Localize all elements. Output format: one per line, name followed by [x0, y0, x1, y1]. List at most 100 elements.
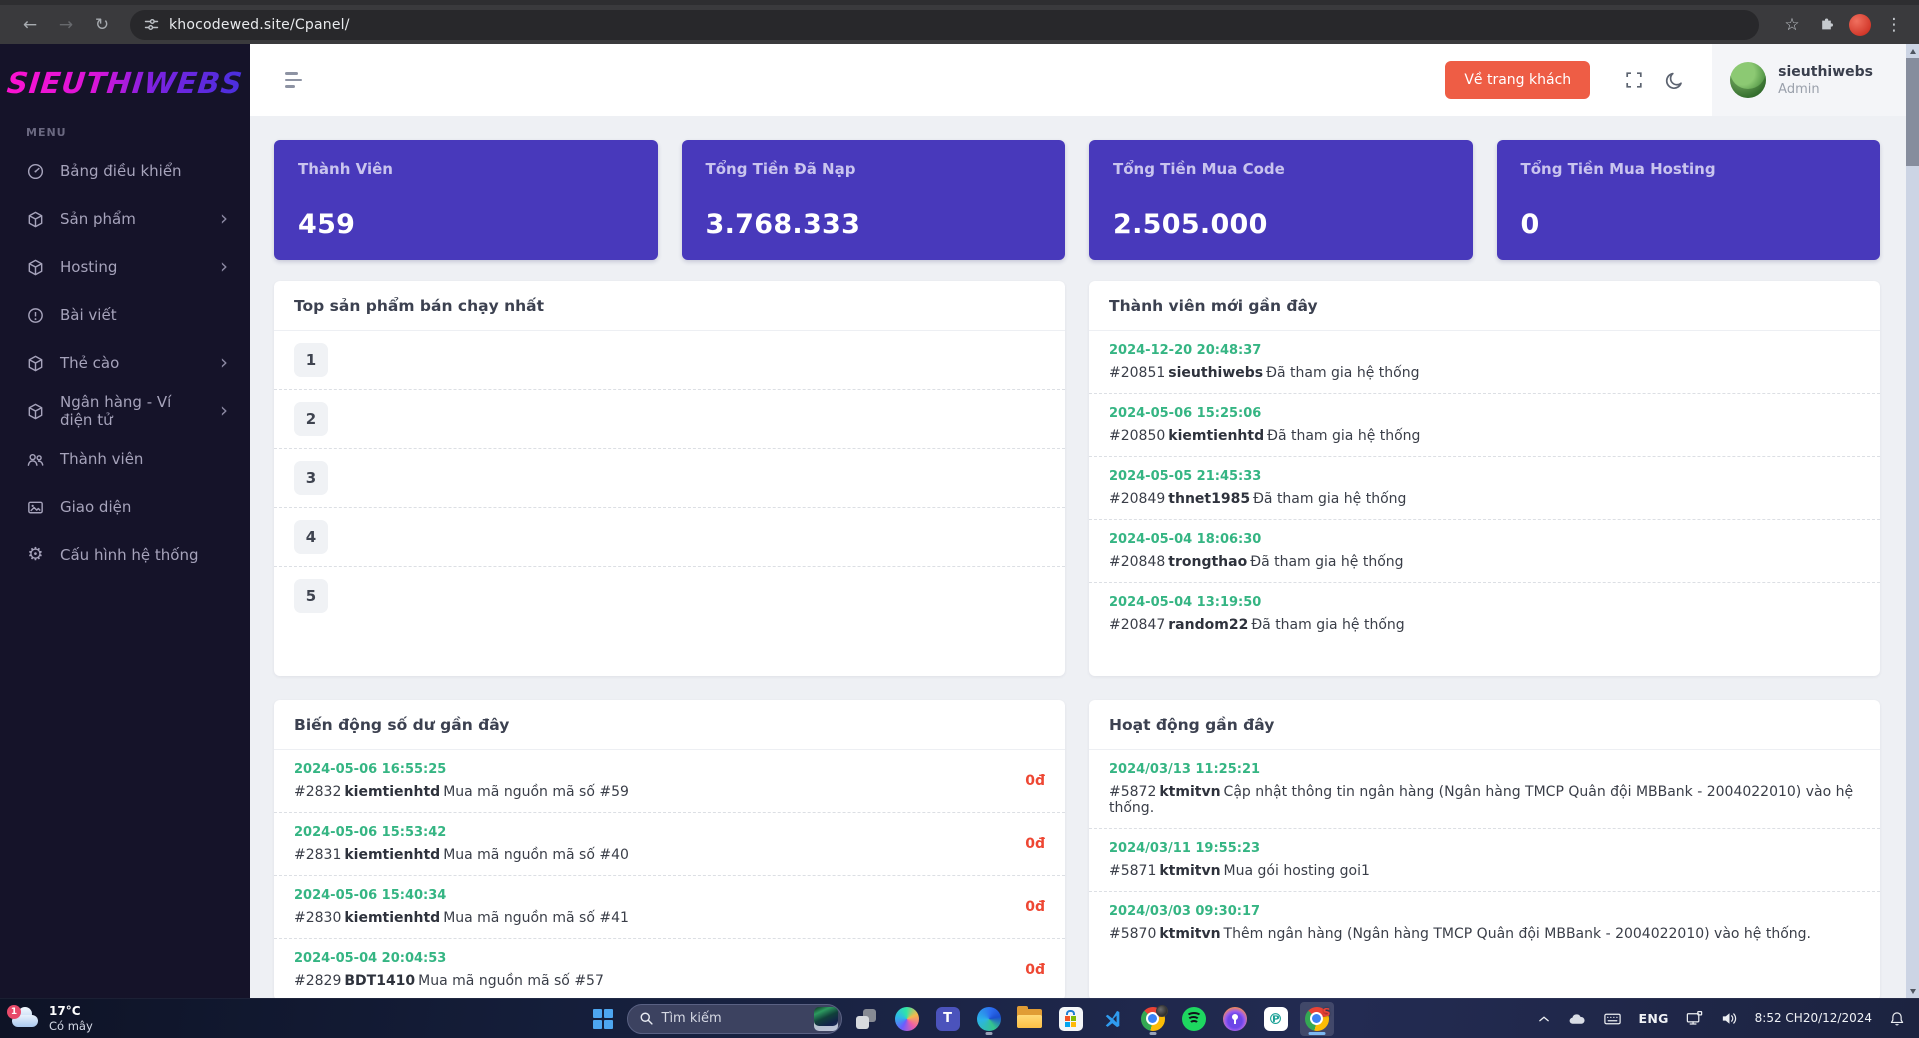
- browser-menu-icon[interactable]: ⋮: [1879, 10, 1909, 40]
- sidebar-item-label: Thành viên: [60, 450, 144, 468]
- panel-title: Biến động số dư gần đây: [294, 716, 510, 734]
- taskbar: 1 17°C Có mây Tìm kiếm T ℗ S ENG 8:52 CH…: [0, 998, 1919, 1038]
- weather-widget[interactable]: 1 17°C Có mây: [7, 999, 93, 1038]
- edge-button[interactable]: [972, 1002, 1006, 1036]
- volume-icon[interactable]: [1715, 1002, 1744, 1036]
- start-button[interactable]: [586, 1002, 620, 1036]
- browser-refresh-button[interactable]: ↻: [86, 9, 118, 41]
- sidebar-item-members[interactable]: Thành viên: [0, 435, 250, 483]
- sidebar-item-cards[interactable]: Thẻ cào ›: [0, 339, 250, 387]
- logo[interactable]: SIEUTHIWEBS: [0, 66, 252, 100]
- sidebar-item-theme[interactable]: Giao diện: [0, 483, 250, 531]
- windows-logo-icon: [592, 1008, 613, 1029]
- weather-condition: Có mây: [49, 1018, 93, 1033]
- list-item: 3: [274, 448, 1065, 507]
- task-view-icon: [855, 1008, 876, 1029]
- list-item: 2024/03/13 11:25:21 #5872 ktmitvn Cập nhật…: [1109, 762, 1854, 816]
- spotify-button[interactable]: [1177, 1002, 1211, 1036]
- list-item: 2024-05-04 20:04:53 #2829 BDT1410 Mua mã n…: [274, 938, 1065, 998]
- onedrive-cloud-icon[interactable]: [1562, 1002, 1592, 1036]
- scroll-up-arrow[interactable]: [1906, 44, 1919, 58]
- amount-badge: 0đ: [1025, 899, 1045, 915]
- browser-profile-avatar[interactable]: [1849, 13, 1871, 36]
- user-name: sieuthiwebs: [1778, 64, 1873, 81]
- panel-new-members: Thành viên mới gần đây 2024-12-20 20:48:…: [1089, 281, 1880, 676]
- sidebar-item-label: Bài viết: [60, 306, 117, 324]
- panel-title: Thành viên mới gần đây: [1109, 297, 1318, 315]
- desktop: ← → ↻ khocodewed.site/Cpanel/ ☆ ⋮ SIEUTH…: [0, 0, 1919, 1038]
- scrollbar-thumb[interactable]: [1906, 58, 1919, 166]
- gear-icon: ⚙: [27, 544, 44, 565]
- fullscreen-icon[interactable]: [1614, 60, 1654, 100]
- proton-icon: ℗: [1263, 1006, 1288, 1031]
- microsoft-store-button[interactable]: [1054, 1002, 1088, 1036]
- panel-title: Hoạt động gần đây: [1109, 716, 1275, 734]
- notifications-bell-icon[interactable]: [1883, 1002, 1911, 1036]
- topbar: Về trang khách sieuthiwebs Admin: [250, 44, 1919, 116]
- rank-chip: 1: [294, 343, 328, 377]
- user-menu[interactable]: sieuthiwebs Admin: [1712, 44, 1919, 116]
- touch-keyboard-icon[interactable]: [1598, 1002, 1627, 1036]
- list-item: 2: [274, 389, 1065, 448]
- extensions-puzzle-icon[interactable]: [1811, 10, 1841, 40]
- vscode-button[interactable]: [1095, 1002, 1129, 1036]
- sidebar-item-banks[interactable]: Ngân hàng - Ví điện tử ›: [0, 387, 250, 435]
- sidebar-item-label: Cấu hình hệ thống: [60, 546, 199, 564]
- panel-recent-activity: Hoạt động gần đây 2024/03/13 11:25:21 #5…: [1089, 700, 1880, 998]
- sidebar-item-label: Sản phẩm: [60, 210, 136, 228]
- gauge-icon: [27, 163, 44, 179]
- file-explorer-button[interactable]: [1013, 1002, 1047, 1036]
- scroll-down-arrow[interactable]: [1906, 984, 1919, 998]
- chrome-button[interactable]: [1136, 1002, 1170, 1036]
- sidebar-item-system-config[interactable]: ⚙ Cấu hình hệ thống: [0, 531, 250, 579]
- network-icon[interactable]: [1680, 1002, 1709, 1036]
- search-icon: [640, 1012, 653, 1025]
- task-view-button[interactable]: [849, 1002, 883, 1036]
- list-item: 2024-12-20 20:48:37 #20851 sieuthiwebs Đã …: [1109, 343, 1420, 381]
- guest-site-button[interactable]: Về trang khách: [1445, 61, 1591, 99]
- vertical-scrollbar[interactable]: [1906, 44, 1919, 998]
- rank-chip: 5: [294, 579, 328, 613]
- sidebar-item-label: Hosting: [60, 258, 118, 276]
- sidebar-item-label: Thẻ cào: [60, 354, 120, 372]
- s-extension-badge: S: [1322, 1005, 1331, 1019]
- amount-badge: 0đ: [1025, 962, 1045, 978]
- search-placeholder: Tìm kiếm: [661, 1011, 722, 1026]
- browser-back-button[interactable]: ←: [14, 9, 46, 41]
- edge-icon: [976, 1006, 1001, 1031]
- taskbar-search[interactable]: Tìm kiếm: [626, 1003, 842, 1034]
- sidebar-item-posts[interactable]: Bài viết: [0, 291, 250, 339]
- hamburger-menu-icon[interactable]: [285, 68, 302, 92]
- list-item: 1: [274, 331, 1065, 389]
- keyhole-shield-icon: [1222, 1006, 1247, 1031]
- rank-chip: 3: [294, 461, 328, 495]
- sidebar-item-dashboard[interactable]: Bảng điều khiển: [0, 147, 250, 195]
- tray-chevron-icon[interactable]: [1532, 1002, 1556, 1036]
- browser-forward-button[interactable]: →: [50, 9, 82, 41]
- sidebar: SIEUTHIWEBS MENU Bảng điều khiển Sản phẩ…: [0, 44, 250, 998]
- chrome-profile-window-button[interactable]: S: [1299, 1001, 1334, 1036]
- panel-top-products: Top sản phẩm bán chạy nhất 1 2 3 4 5: [274, 281, 1065, 676]
- sidebar-item-hosting[interactable]: Hosting ›: [0, 243, 250, 291]
- sidebar-item-products[interactable]: Sản phẩm ›: [0, 195, 250, 243]
- address-bar[interactable]: khocodewed.site/Cpanel/: [130, 9, 1759, 40]
- notification-badge: 1: [7, 1004, 21, 1019]
- copilot-button[interactable]: [890, 1002, 924, 1036]
- list-item: 2024/03/11 19:55:23 #5871 ktmitvn Mua gói …: [1089, 828, 1880, 891]
- copilot-icon: [894, 1006, 919, 1031]
- amount-badge: 0đ: [1025, 836, 1045, 852]
- taskbar-clock[interactable]: 8:52 CH 20/12/2024: [1750, 1002, 1877, 1036]
- dark-mode-moon-icon[interactable]: [1654, 60, 1694, 100]
- teams-button[interactable]: T: [931, 1002, 965, 1036]
- url-text: khocodewed.site/Cpanel/: [169, 16, 350, 33]
- privacy-app-button[interactable]: [1218, 1002, 1252, 1036]
- bookmark-star-icon[interactable]: ☆: [1777, 10, 1807, 40]
- vscode-icon: [1105, 1010, 1119, 1027]
- proton-app-button[interactable]: ℗: [1259, 1002, 1293, 1036]
- list-item: 4: [274, 507, 1065, 566]
- list-item: 5: [274, 566, 1065, 625]
- rank-chip: 4: [294, 520, 328, 554]
- site-settings-icon[interactable]: [144, 17, 159, 32]
- weather-temp: 17°C: [49, 1003, 81, 1018]
- language-indicator[interactable]: ENG: [1633, 1002, 1673, 1036]
